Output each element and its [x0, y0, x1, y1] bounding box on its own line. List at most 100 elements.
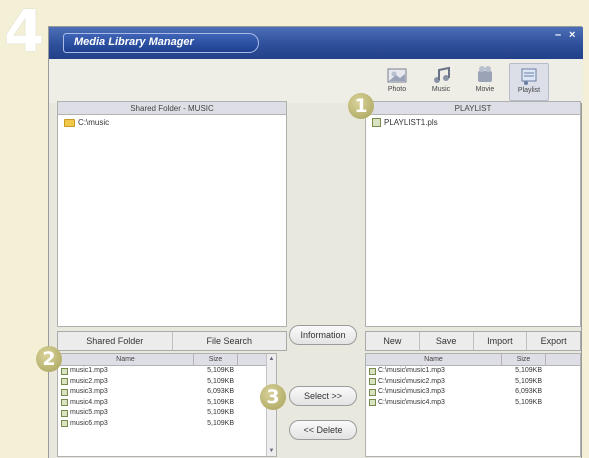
file-table: Name Size music1.mp3 5,109KB music2.mp3 5,1…: [57, 353, 277, 457]
shared-folder-tab[interactable]: Shared Folder: [58, 332, 173, 350]
minimize-button[interactable]: –: [555, 29, 561, 41]
file-size: 5,109KB: [207, 367, 234, 375]
file-name: C:\music\music2.mp3: [378, 377, 445, 385]
playlist-panel: PLAYLIST PLAYLIST1.pls: [365, 101, 581, 327]
file-name: C:\music\music4.mp3: [378, 398, 445, 406]
file-size: 5,109KB: [515, 367, 542, 375]
mode-music-label: Music: [431, 86, 451, 93]
mode-movie-label: Movie: [475, 86, 495, 93]
name-cell: music3.mp3: [58, 387, 194, 397]
mode-playlist-label: Playlist: [517, 87, 541, 94]
name-cell: music6.mp3: [58, 419, 194, 429]
file-name: music1.mp3: [70, 367, 108, 375]
folder-label: C:\music: [78, 118, 110, 127]
table-row[interactable]: music1.mp3 5,109KB: [58, 366, 276, 377]
window-title: Media Library Manager: [74, 36, 194, 48]
file-size: 5,109KB: [207, 419, 234, 427]
table-row[interactable]: music2.mp3 5,109KB: [58, 377, 276, 388]
save-button[interactable]: Save: [420, 332, 474, 350]
table-row[interactable]: music5.mp3 5,109KB: [58, 408, 276, 419]
scroll-up-arrow-icon[interactable]: ▲: [267, 354, 276, 364]
file-name: C:\music\music3.mp3: [378, 388, 445, 396]
name-cell: C:\music\music4.mp3: [366, 398, 502, 408]
file-size: 6,093KB: [515, 388, 542, 396]
mode-movie[interactable]: Movie: [465, 63, 505, 101]
music-icon: [434, 66, 450, 83]
file-name: music5.mp3: [70, 409, 108, 417]
file-name: C:\music\music1.mp3: [378, 367, 445, 375]
playlist-table-header: Name Size: [366, 354, 580, 366]
file-size: 5,109KB: [515, 398, 542, 406]
table-row[interactable]: C:\music\music3.mp3 6,093KB: [366, 387, 580, 398]
audio-file-icon: [61, 378, 68, 386]
playlist-action-row: New Save Import Export: [365, 331, 581, 351]
close-button[interactable]: ×: [569, 29, 575, 41]
file-name: music4.mp3: [70, 398, 108, 406]
size-column-header[interactable]: Size: [194, 354, 238, 365]
callout-badge-3: 3: [260, 384, 286, 410]
audio-file-icon: [61, 388, 68, 396]
playlist-item[interactable]: PLAYLIST1.pls: [366, 115, 580, 127]
mode-music[interactable]: Music: [421, 63, 461, 101]
callout-badge-2: 2: [36, 346, 62, 372]
media-library-window: Media Library Manager – × Photo Music Mo…: [48, 26, 583, 458]
folder-icon: [64, 118, 75, 127]
folder-item[interactable]: C:\music: [58, 115, 286, 127]
mode-photo-label: Photo: [387, 86, 407, 93]
table-row[interactable]: music3.mp3 6,093KB: [58, 387, 276, 398]
playlist-item-label: PLAYLIST1.pls: [384, 118, 438, 127]
table-row[interactable]: C:\music\music1.mp3 5,109KB: [366, 366, 580, 377]
name-cell: C:\music\music3.mp3: [366, 387, 502, 397]
step-number: 4: [4, 0, 45, 65]
playlist-table-body: C:\music\music1.mp3 5,109KB C:\music\music…: [366, 366, 580, 408]
audio-file-icon: [61, 367, 68, 375]
name-cell: music1.mp3: [58, 366, 194, 376]
name-cell: C:\music\music1.mp3: [366, 366, 502, 376]
audio-file-icon: [369, 367, 376, 375]
playlist-file-icon: [372, 118, 381, 127]
playlist-header: PLAYLIST: [366, 102, 580, 115]
new-button[interactable]: New: [366, 332, 420, 350]
file-name: music6.mp3: [70, 419, 108, 427]
title-pill: Media Library Manager: [63, 33, 259, 53]
delete-button[interactable]: << Delete: [289, 420, 357, 440]
playlist-size-column-header[interactable]: Size: [502, 354, 546, 365]
select-button[interactable]: Select >>: [289, 386, 357, 406]
name-column-header[interactable]: Name: [58, 354, 194, 365]
table-row[interactable]: music6.mp3 5,109KB: [58, 419, 276, 430]
left-tab-row: Shared Folder File Search: [57, 331, 287, 351]
mode-photo[interactable]: Photo: [377, 63, 417, 101]
audio-file-icon: [61, 420, 68, 428]
name-cell: music2.mp3: [58, 377, 194, 387]
file-size: 5,109KB: [207, 398, 234, 406]
table-row[interactable]: C:\music\music4.mp3 5,109KB: [366, 398, 580, 409]
mode-toolbar: Photo Music Movie Playlist: [49, 59, 583, 103]
shared-folder-panel: Shared Folder - MUSIC C:\music: [57, 101, 287, 327]
file-size: 5,109KB: [207, 377, 234, 385]
import-button[interactable]: Import: [474, 332, 528, 350]
file-size: 5,109KB: [207, 409, 234, 417]
name-cell: music5.mp3: [58, 408, 194, 418]
playlist-name-column-header[interactable]: Name: [366, 354, 502, 365]
mode-playlist[interactable]: Playlist: [509, 63, 549, 101]
export-button[interactable]: Export: [527, 332, 580, 350]
photo-icon: [387, 68, 407, 83]
name-cell: music4.mp3: [58, 398, 194, 408]
playlist-icon: [521, 68, 537, 85]
table-row[interactable]: music4.mp3 5,109KB: [58, 398, 276, 409]
file-name: music3.mp3: [70, 388, 108, 396]
file-search-tab[interactable]: File Search: [173, 332, 287, 350]
title-bar: Media Library Manager – ×: [49, 27, 583, 59]
file-table-header: Name Size: [58, 354, 276, 366]
scroll-down-arrow-icon[interactable]: ▼: [267, 446, 276, 456]
playlist-table: Name Size C:\music\music1.mp3 5,109KB C:\m…: [365, 353, 581, 457]
file-table-body: music1.mp3 5,109KB music2.mp3 5,109KB music3…: [58, 366, 276, 429]
callout-badge-1: 1: [348, 93, 374, 119]
audio-file-icon: [369, 388, 376, 396]
table-row[interactable]: C:\music\music2.mp3 5,109KB: [366, 377, 580, 388]
movie-icon: [478, 66, 492, 82]
file-size: 6,093KB: [207, 388, 234, 396]
audio-file-icon: [61, 409, 68, 417]
name-cell: C:\music\music2.mp3: [366, 377, 502, 387]
information-button[interactable]: Information: [289, 325, 357, 345]
